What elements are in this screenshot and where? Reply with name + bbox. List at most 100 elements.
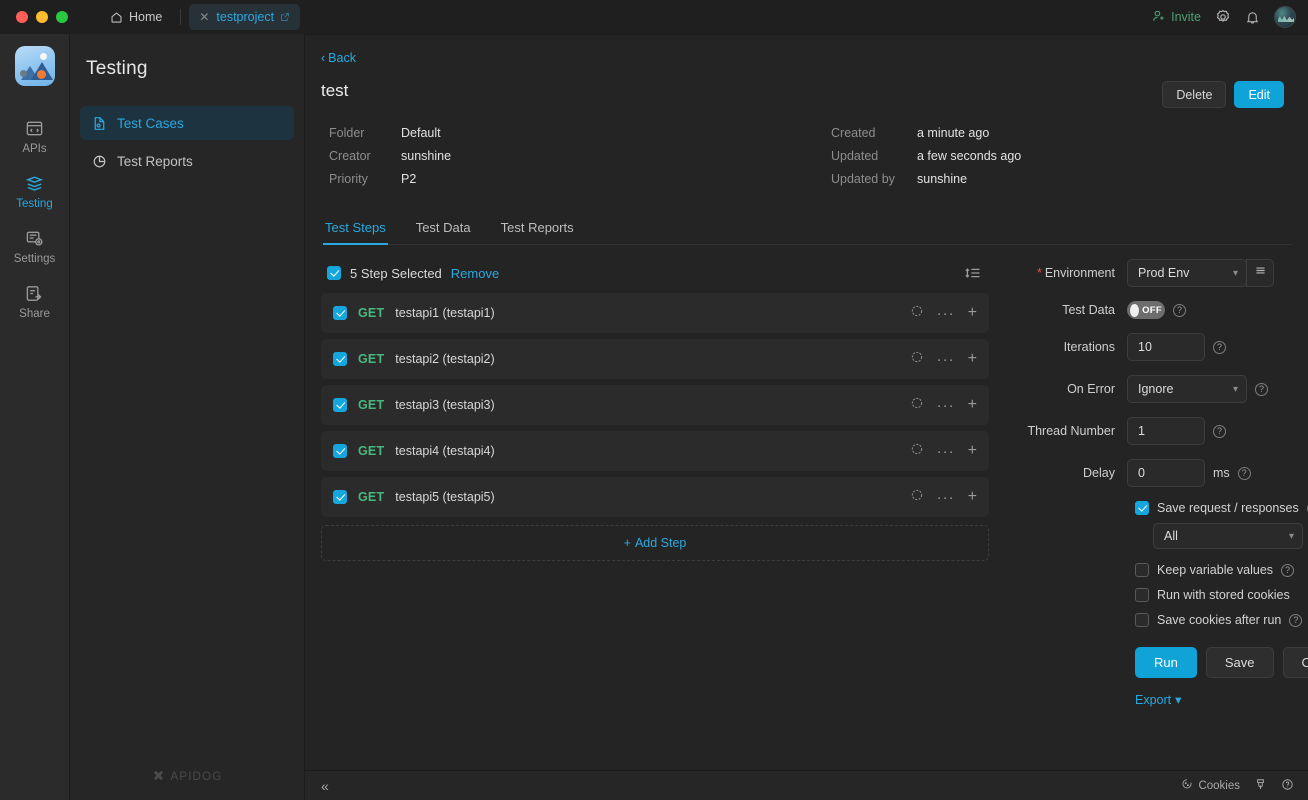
keep-variable-label: Keep variable values — [1157, 563, 1274, 577]
updated-label: Updated — [831, 149, 879, 163]
more-options-icon[interactable]: ··· — [937, 306, 955, 321]
add-icon[interactable]: + — [968, 351, 977, 367]
sync-icon[interactable] — [910, 396, 924, 415]
back-link[interactable]: ‹ Back — [305, 35, 356, 65]
iterations-input[interactable]: 10 — [1127, 333, 1205, 361]
on-error-select[interactable]: Ignore ▾ — [1127, 375, 1247, 403]
sync-icon[interactable] — [910, 350, 924, 369]
iterations-row: Iterations 10 ? — [1007, 333, 1308, 361]
stored-cookies-checkbox[interactable] — [1135, 588, 1149, 602]
rail-item-settings-label: Settings — [13, 253, 56, 265]
cicd-button[interactable]: CI/CD — [1282, 647, 1308, 678]
rail-item-testing[interactable]: Testing — [0, 163, 69, 218]
remove-selected-link[interactable]: Remove — [451, 266, 499, 281]
cookies-button[interactable]: Cookies — [1181, 778, 1240, 793]
iterations-control: 10 ? — [1127, 333, 1226, 361]
external-link-icon[interactable] — [280, 12, 290, 22]
on-error-row: On Error Ignore ▾ ? — [1007, 375, 1308, 403]
rail-item-apis[interactable]: APIs — [0, 108, 69, 163]
step-checkbox[interactable] — [333, 398, 347, 412]
edit-button[interactable]: Edit — [1234, 81, 1284, 108]
sidebar-item-test-reports[interactable]: Test Reports — [80, 144, 294, 178]
save-scope-select[interactable]: All ▾ — [1153, 523, 1303, 549]
title-bar: Home ✕ testproject Invite — [0, 0, 1308, 34]
selection-count-label: 5 Step Selected — [350, 265, 442, 281]
thread-number-input[interactable]: 1 — [1127, 417, 1205, 445]
step-checkbox[interactable] — [333, 306, 347, 320]
close-icon[interactable]: ✕ — [199, 10, 209, 24]
tab-home[interactable]: Home — [100, 4, 172, 30]
table-row[interactable]: GET testapi1 (testapi1) ··· + — [321, 293, 989, 333]
primary-nav-rail: APIs Testing Settings Share — [0, 34, 70, 800]
main-content: ‹ Back test Delete Edit Folder Default C… — [305, 34, 1308, 800]
table-row[interactable]: GET testapi4 (testapi4) ··· + — [321, 431, 989, 471]
help-icon[interactable]: ? — [1173, 303, 1186, 317]
add-icon[interactable]: + — [968, 397, 977, 413]
export-dropdown[interactable]: Export ▾ — [1007, 692, 1308, 708]
creator-label: Creator — [329, 149, 371, 163]
sidebar-item-test-cases[interactable]: Test Cases — [80, 106, 294, 140]
sidebar-item-test-reports-label: Test Reports — [117, 153, 193, 169]
help-icon[interactable]: ? — [1213, 340, 1226, 354]
help-icon[interactable]: ? — [1213, 424, 1226, 438]
more-options-icon[interactable]: ··· — [937, 490, 955, 505]
tab-test-data[interactable]: Test Data — [414, 214, 473, 244]
sync-icon[interactable] — [910, 442, 924, 461]
minimize-window-button[interactable] — [36, 11, 48, 23]
more-options-icon[interactable]: ··· — [937, 352, 955, 367]
sync-icon[interactable] — [910, 488, 924, 507]
add-icon[interactable]: + — [968, 443, 977, 459]
collapse-left-icon[interactable]: « — [321, 778, 329, 794]
save-cookies-row: Save cookies after run ? — [1007, 613, 1308, 627]
header-actions: Delete Edit — [1162, 81, 1284, 108]
select-all-checkbox[interactable] — [327, 266, 341, 280]
save-requests-checkbox[interactable] — [1135, 501, 1149, 515]
rail-item-share[interactable]: Share — [0, 273, 69, 328]
help-icon[interactable]: ? — [1289, 613, 1303, 627]
step-method: GET — [358, 490, 385, 504]
invite-button[interactable]: Invite — [1152, 9, 1201, 26]
table-row[interactable]: GET testapi2 (testapi2) ··· + — [321, 339, 989, 379]
help-icon[interactable]: ? — [1255, 382, 1268, 396]
close-window-button[interactable] — [16, 11, 28, 23]
save-cookies-checkbox[interactable] — [1135, 613, 1149, 627]
save-button[interactable]: Save — [1205, 647, 1274, 678]
environment-select[interactable]: Prod Env ▾ — [1127, 259, 1247, 287]
sort-list-icon[interactable] — [965, 265, 985, 281]
tab-testproject-label: testproject — [216, 10, 275, 24]
table-row[interactable]: GET testapi5 (testapi5) ··· + — [321, 477, 989, 517]
secondary-sidebar: Testing Test Cases Test Reports APIDOG — [70, 34, 305, 800]
maximize-window-button[interactable] — [56, 11, 68, 23]
tab-test-reports[interactable]: Test Reports — [499, 214, 576, 244]
test-data-toggle[interactable]: OFF — [1127, 301, 1165, 319]
tab-testproject[interactable]: ✕ testproject — [189, 4, 301, 30]
gear-icon[interactable] — [1215, 9, 1231, 25]
run-button[interactable]: Run — [1135, 647, 1197, 678]
delay-input[interactable]: 0 — [1127, 459, 1205, 487]
environment-manage-button[interactable] — [1246, 259, 1274, 287]
avatar[interactable] — [1274, 6, 1296, 28]
keep-variable-checkbox[interactable] — [1135, 563, 1149, 577]
table-row[interactable]: GET testapi3 (testapi3) ··· + — [321, 385, 989, 425]
help-icon[interactable]: ? — [1237, 466, 1251, 480]
step-checkbox[interactable] — [333, 490, 347, 504]
help-icon[interactable]: ? — [1281, 563, 1295, 577]
more-options-icon[interactable]: ··· — [937, 398, 955, 413]
add-step-button[interactable]: + Add Step — [321, 525, 989, 561]
stored-cookies-label: Run with stored cookies — [1157, 588, 1290, 602]
add-icon[interactable]: + — [968, 305, 977, 321]
sync-icon[interactable] — [910, 304, 924, 323]
delete-button[interactable]: Delete — [1162, 81, 1227, 108]
gift-icon[interactable] — [1254, 778, 1267, 794]
selection-bar: 5 Step Selected Remove — [321, 259, 989, 287]
more-options-icon[interactable]: ··· — [937, 444, 955, 459]
step-checkbox[interactable] — [333, 352, 347, 366]
rail-item-settings[interactable]: Settings — [0, 218, 69, 273]
step-actions: ··· + — [910, 442, 977, 461]
tab-test-steps[interactable]: Test Steps — [323, 214, 388, 245]
add-icon[interactable]: + — [968, 489, 977, 505]
step-checkbox[interactable] — [333, 444, 347, 458]
bell-icon[interactable] — [1245, 10, 1260, 25]
help-icon[interactable] — [1281, 778, 1294, 794]
apis-icon — [25, 119, 44, 138]
